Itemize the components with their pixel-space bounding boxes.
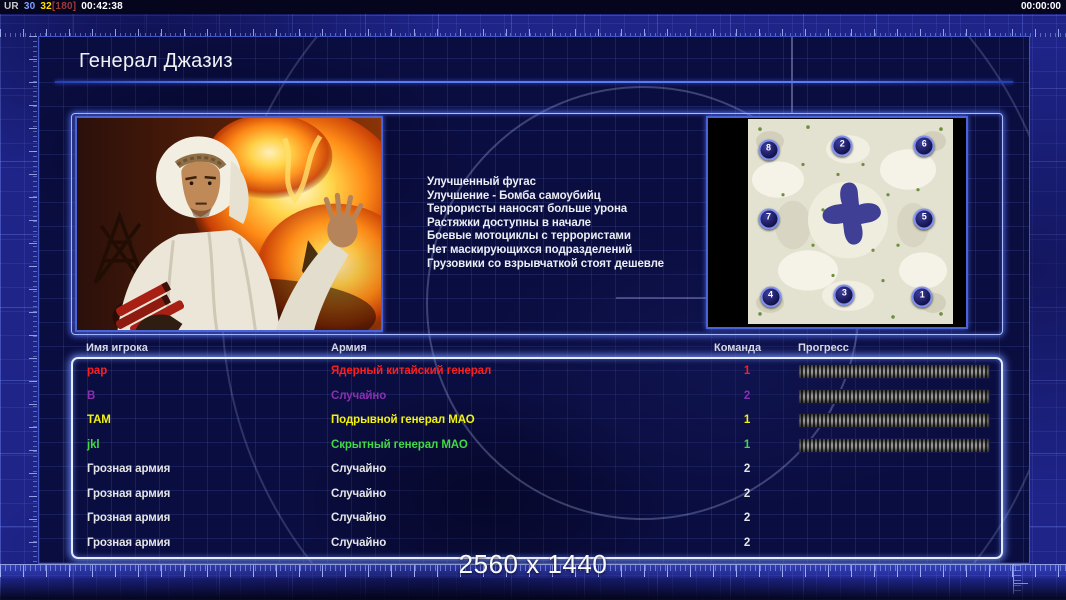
load-progress-bar <box>798 364 990 379</box>
player-row: Грозная армия Случайно 2 <box>73 457 1001 482</box>
player-army: Скрытный генерал МАО <box>331 438 468 451</box>
player-name: Грозная армия <box>87 536 171 549</box>
minimap: 8 2 6 7 5 4 3 1 <box>706 116 968 329</box>
bonus-line: Террористы наносят больше урона <box>427 203 628 216</box>
player-name: pap <box>87 365 108 378</box>
page-title: Генерал Джазиз <box>79 50 233 72</box>
player-army: Случайно <box>331 389 387 402</box>
player-row: Грозная армия Случайно 2 <box>73 506 1001 531</box>
player-name: jkl <box>87 438 100 451</box>
player-team: 1 <box>743 414 751 427</box>
map-start-marker: 6 <box>913 135 935 157</box>
hud-elapsed-time: 00:00:00 <box>1020 1 1061 12</box>
bonus-line: Грузовики со взрывчаткой стоят дешевле <box>427 257 664 270</box>
player-row: B Случайно 2 <box>73 384 1001 409</box>
player-team: 2 <box>743 536 751 549</box>
reticle-crosshair-vertical <box>791 37 793 113</box>
column-header-team: Команда <box>714 342 762 354</box>
player-name: TAM <box>87 414 111 427</box>
column-header-progress: Прогресс <box>798 342 849 354</box>
bonus-line: Улучшенный фугас <box>427 176 536 188</box>
player-table: pap Ядерный китайский генерал 1 B Случайно 2 T… <box>71 357 1003 559</box>
bottom-fade <box>0 578 1066 600</box>
player-team: 1 <box>743 438 751 451</box>
hud-segment: 00:42:38 <box>81 1 123 12</box>
bonus-list: Улучшенный фугас Улучшение - Бомба самоуб… <box>427 176 727 271</box>
general-portrait-image <box>77 118 381 330</box>
hud-segment: [180] <box>51 1 77 12</box>
map-resolution-text: 2560 x 1440 <box>458 549 608 579</box>
briefing-panel: Улучшенный фугас Улучшение - Бомба самоуб… <box>71 113 1003 335</box>
bonus-line: Растяжки доступны в начале <box>427 216 591 229</box>
player-army: Случайно <box>331 536 387 549</box>
player-army: Подрывной генерал МАО <box>331 414 475 427</box>
player-team: 2 <box>743 389 751 402</box>
player-team: 1 <box>743 365 751 378</box>
column-header-player-name: Имя игрока <box>86 342 148 354</box>
player-row: TAM Подрывной генерал МАО 1 <box>73 408 1001 433</box>
ruler-left <box>29 36 37 562</box>
player-team: 2 <box>743 487 751 500</box>
player-row: Грозная армия Случайно 2 <box>73 482 1001 507</box>
player-name: Грозная армия <box>87 463 171 476</box>
player-army: Ядерный китайский генерал <box>331 365 492 378</box>
player-name: B <box>87 389 96 402</box>
player-name: Грозная армия <box>87 512 171 525</box>
player-army: Случайно <box>331 512 387 525</box>
player-team: 2 <box>743 463 751 476</box>
map-start-marker: 2 <box>831 135 853 157</box>
debug-hud-bar: UR 30 32[180] 00:42:38 00:00:00 <box>0 0 1066 14</box>
map-start-marker: 7 <box>758 208 779 230</box>
player-table-header: Имя игрока Армия Команда Прогресс <box>39 342 1029 356</box>
hud-segment: UR <box>4 1 19 12</box>
load-progress-bar <box>798 413 990 428</box>
player-team: 2 <box>743 512 751 525</box>
player-row: pap Ядерный китайский генерал 1 <box>73 359 1001 384</box>
main-panel: Генерал Джазиз Улучшенный фугас Улучшени… <box>38 36 1030 564</box>
map-start-marker: 3 <box>833 284 855 306</box>
bonus-line: Нет маскирующихся подразделений <box>427 243 633 256</box>
minimap-terrain: 8 2 6 7 5 4 3 1 <box>748 119 953 324</box>
load-progress-bar <box>798 388 990 404</box>
column-header-army: Армия <box>331 342 367 354</box>
hud-segment: 32 <box>40 1 52 12</box>
title-divider <box>55 81 1013 83</box>
hud-left-readout: UR 30 32[180] 00:42:38 <box>4 0 128 14</box>
map-start-marker: 8 <box>758 139 779 161</box>
map-start-marker: 5 <box>913 208 935 230</box>
player-army: Случайно <box>331 463 387 476</box>
bonus-line: Улучшение - Бомба самоубийц <box>427 189 601 202</box>
player-army: Случайно <box>331 487 387 500</box>
player-row: jkl Скрытный генерал МАО 1 <box>73 433 1001 458</box>
map-start-marker: 1 <box>911 286 933 308</box>
map-start-marker: 4 <box>760 286 782 308</box>
load-progress-bar <box>798 437 990 453</box>
player-name: Грозная армия <box>87 487 171 500</box>
bonus-line: Боевые мотоциклы с террористами <box>427 230 631 243</box>
general-portrait <box>75 116 383 332</box>
hud-segment: 30 <box>23 1 36 12</box>
loading-screen: UR 30 32[180] 00:42:38 00:00:00 Генерал Джа… <box>0 0 1066 600</box>
